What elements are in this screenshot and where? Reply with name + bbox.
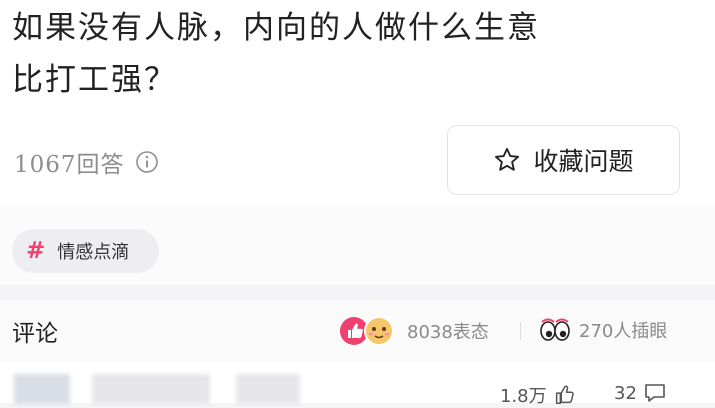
topic-tag[interactable]: # 情感点滴 bbox=[12, 229, 159, 273]
comments-title: 评论 bbox=[12, 321, 58, 347]
blurred-avatar bbox=[14, 374, 70, 404]
reaction-emoji-icons bbox=[340, 316, 394, 346]
comment-reply-count: 32 bbox=[614, 382, 637, 404]
favorite-question-button[interactable]: 收藏问题 bbox=[447, 125, 680, 195]
comment-like-button[interactable]: 1.8万 bbox=[500, 382, 575, 408]
reactions-summary[interactable]: 8038表态 bbox=[339, 315, 489, 347]
tag-area: # 情感点滴 bbox=[0, 205, 715, 285]
star-icon bbox=[495, 147, 520, 171]
comment-reply-button[interactable]: 32 bbox=[614, 382, 667, 404]
comment-like-count: 1.8万 bbox=[500, 386, 547, 407]
comments-header: 评论 8038表态 270人插眼 bbox=[0, 300, 715, 362]
answer-count[interactable]: 1067回答 bbox=[14, 145, 159, 179]
blurred-text bbox=[236, 374, 300, 404]
info-icon[interactable] bbox=[135, 150, 159, 174]
favorite-button-label: 收藏问题 bbox=[533, 147, 634, 176]
answer-count-label: 1067回答 bbox=[14, 152, 125, 178]
eyes-icon bbox=[540, 318, 570, 341]
comment-row: 1.8万 32 bbox=[0, 362, 715, 407]
question-card: 如果没有人脉，内向的人做什么生意 比打工强？ 1067回答 收藏问题 bbox=[0, 0, 715, 205]
reactions-count: 8038表态 bbox=[407, 322, 489, 343]
blurred-username bbox=[92, 374, 210, 404]
watchers-summary[interactable]: 270人插眼 bbox=[539, 317, 667, 343]
question-title: 如果没有人脉，内向的人做什么生意 比打工强？ bbox=[12, 10, 540, 98]
hash-icon: # bbox=[26, 238, 46, 264]
topic-tag-label: 情感点滴 bbox=[57, 242, 130, 263]
divider bbox=[520, 322, 521, 340]
watchers-count: 270人插眼 bbox=[579, 321, 668, 342]
comment-icon bbox=[645, 384, 665, 402]
